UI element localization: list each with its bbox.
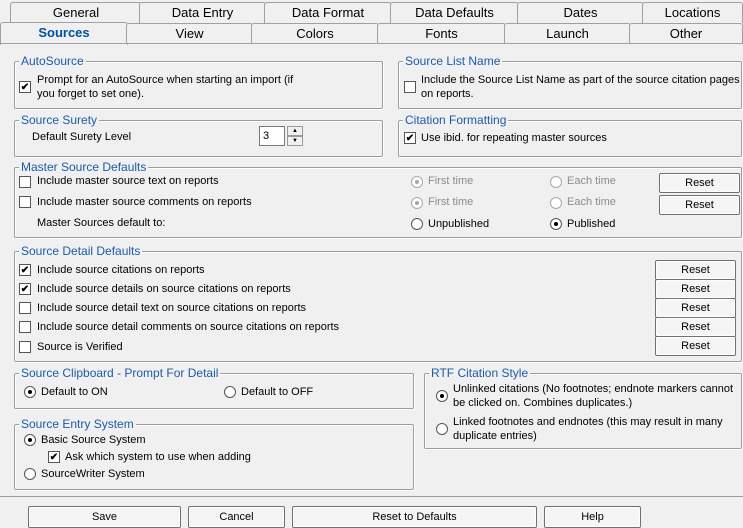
tab-data-defaults[interactable]: Data Defaults: [390, 2, 519, 23]
basic-source-label: Basic Source System: [41, 434, 146, 446]
source-detail-defaults-title: Source Detail Defaults: [19, 243, 143, 259]
master-comments-checkbox[interactable]: [19, 196, 31, 208]
spin-down-icon[interactable]: ▼: [287, 136, 303, 146]
tab-dates[interactable]: Dates: [517, 2, 644, 23]
master-comments-each-time-label: Each time: [567, 196, 616, 208]
tab-data-format[interactable]: Data Format: [264, 2, 392, 23]
clipboard-on-radio[interactable]: [24, 386, 36, 398]
autosource-title: AutoSource: [19, 53, 86, 69]
basic-source-radio[interactable]: [24, 434, 36, 446]
published-radio[interactable]: [550, 218, 562, 230]
autosource-prompt-label-1: Prompt for an AutoSource when starting a…: [37, 74, 294, 86]
unpublished-label: Unpublished: [428, 218, 490, 230]
tab-locations[interactable]: Locations: [642, 2, 743, 23]
master-text-first-time-radio[interactable]: [411, 176, 423, 188]
published-label: Published: [567, 218, 616, 230]
tab-sources[interactable]: Sources: [0, 22, 128, 45]
detail-details-reset-button[interactable]: Reset: [655, 279, 736, 299]
rtf-linked-label-2: duplicate entries): [453, 430, 537, 442]
default-surety-input[interactable]: 3: [259, 126, 285, 146]
detail-details-checkbox[interactable]: [19, 283, 31, 295]
master-text-checkbox[interactable]: [19, 176, 31, 188]
master-comments-first-time-radio[interactable]: [411, 197, 423, 209]
detail-comments-label: Include source detail comments on source…: [37, 321, 340, 333]
unpublished-radio[interactable]: [411, 218, 423, 230]
entry-system-title: Source Entry System: [19, 416, 136, 432]
master-default-to-label: Master Sources default to:: [37, 217, 166, 229]
tab-colors[interactable]: Colors: [251, 23, 379, 44]
rtf-unlinked-radio[interactable]: [436, 390, 448, 402]
ask-system-checkbox[interactable]: [48, 451, 60, 463]
clipboard-off-radio[interactable]: [224, 386, 236, 398]
cancel-button[interactable]: Cancel: [188, 506, 285, 528]
ibid-label: Use ibid. for repeating master sources: [421, 132, 607, 144]
detail-comments-checkbox[interactable]: [19, 321, 31, 333]
rtf-unlinked-label-2: be clicked on. Combines duplicates.): [453, 397, 633, 409]
rtf-linked-radio[interactable]: [436, 423, 448, 435]
tab-general[interactable]: General: [10, 2, 142, 23]
verified-reset-button[interactable]: Reset: [655, 336, 736, 356]
clipboard-title: Source Clipboard - Prompt For Detail: [19, 365, 221, 381]
detail-text-label: Include source detail text on source cit…: [37, 302, 307, 314]
master-text-each-time-label: Each time: [567, 175, 616, 187]
ibid-checkbox[interactable]: [404, 132, 416, 144]
master-comments-label: Include master source comments on report…: [37, 196, 252, 208]
master-comments-first-time-label: First time: [428, 196, 474, 208]
clipboard-off-label: Default to OFF: [241, 386, 314, 398]
master-text-label: Include master source text on reports: [37, 175, 219, 187]
sourcewriter-radio[interactable]: [24, 468, 36, 480]
detail-citations-reset-button[interactable]: Reset: [655, 260, 736, 280]
source-surety-title: Source Surety: [19, 112, 100, 128]
master-text-first-time-label: First time: [428, 175, 474, 187]
source-list-name-checkbox[interactable]: [404, 81, 416, 93]
save-button[interactable]: Save: [28, 506, 181, 528]
detail-details-label: Include source details on source citatio…: [37, 283, 291, 295]
footer-divider: [0, 496, 743, 497]
sourcewriter-label: SourceWriter System: [41, 468, 145, 480]
master-comments-reset-button[interactable]: Reset: [659, 195, 740, 215]
master-comments-each-time-radio[interactable]: [550, 197, 562, 209]
ask-system-label: Ask which system to use when adding: [65, 451, 251, 463]
verified-checkbox[interactable]: [19, 341, 31, 353]
detail-comments-reset-button[interactable]: Reset: [655, 317, 736, 337]
source-list-name-title: Source List Name: [403, 53, 503, 69]
default-surety-label: Default Surety Level: [32, 131, 132, 143]
verified-label: Source is Verified: [37, 341, 123, 353]
autosource-prompt-label-2: you forget to set one).: [37, 88, 145, 100]
spin-up-icon[interactable]: ▲: [287, 126, 303, 136]
source-list-name-label-1: Include the Source List Name as part of …: [421, 74, 740, 86]
autosource-prompt-checkbox[interactable]: [19, 81, 31, 93]
master-text-reset-button[interactable]: Reset: [659, 173, 740, 193]
source-list-name-label-2: on reports.: [421, 88, 474, 100]
detail-citations-label: Include source citations on reports: [37, 264, 205, 276]
tab-fonts[interactable]: Fonts: [377, 23, 506, 44]
tab-data-entry[interactable]: Data Entry: [139, 2, 266, 23]
detail-citations-checkbox[interactable]: [19, 264, 31, 276]
clipboard-on-label: Default to ON: [41, 386, 108, 398]
master-source-defaults-title: Master Source Defaults: [19, 159, 149, 175]
reset-defaults-button[interactable]: Reset to Defaults: [292, 506, 537, 528]
tab-launch[interactable]: Launch: [504, 23, 631, 44]
rtf-linked-label-1: Linked footnotes and endnotes (this may …: [453, 416, 723, 428]
tab-other[interactable]: Other: [629, 23, 743, 44]
detail-text-checkbox[interactable]: [19, 302, 31, 314]
tab-view[interactable]: View: [126, 23, 253, 44]
detail-text-reset-button[interactable]: Reset: [655, 298, 736, 318]
tab-divider: [0, 43, 743, 44]
help-button[interactable]: Help: [544, 506, 641, 528]
rtf-title: RTF Citation Style: [429, 365, 531, 381]
citation-formatting-title: Citation Formatting: [403, 112, 509, 128]
master-text-each-time-radio[interactable]: [550, 176, 562, 188]
rtf-unlinked-label-1: Unlinked citations (No footnotes; endnot…: [453, 383, 734, 395]
